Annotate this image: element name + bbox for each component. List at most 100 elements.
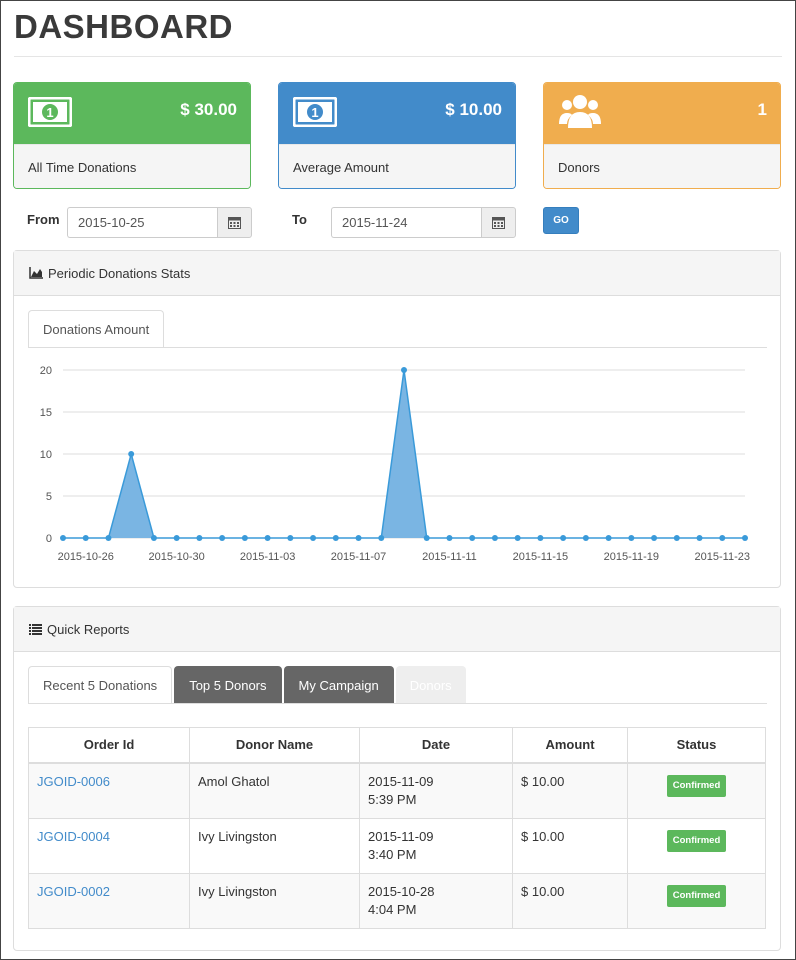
- data-point[interactable]: [378, 535, 385, 541]
- donations-table: Order Id Donor Name Date Amount Status J…: [28, 727, 766, 929]
- data-point[interactable]: [719, 535, 726, 541]
- data-point[interactable]: [105, 535, 112, 541]
- list-icon: [29, 623, 42, 635]
- reports-panel-title: Quick Reports: [47, 621, 130, 637]
- donor-name: Ivy Livingston: [189, 817, 360, 874]
- table-row: JGOID-0002 Ivy Livingston 2015-10-28 4:04…: [28, 872, 766, 929]
- status-badge: Confirmed: [666, 774, 727, 797]
- order-id-link[interactable]: JGOID-0002: [37, 884, 110, 899]
- tab-divider: [28, 703, 767, 704]
- column-header[interactable]: Status: [627, 727, 766, 764]
- card-value: $ 10.00: [445, 100, 502, 119]
- donor-name: Ivy Livingston: [189, 872, 360, 929]
- reports-tabs: Recent 5 Donations Top 5 Donors My Campa…: [28, 666, 468, 704]
- tab-top-donors[interactable]: Top 5 Donors: [174, 666, 282, 704]
- order-id-link[interactable]: JGOID-0004: [37, 829, 110, 844]
- from-label: From: [27, 212, 60, 227]
- y-tick-label: 5: [46, 491, 52, 503]
- svg-text:1: 1: [311, 105, 318, 120]
- data-point[interactable]: [401, 367, 407, 373]
- y-tick-label: 10: [40, 449, 52, 461]
- to-date-group: [331, 207, 516, 238]
- tab-my-campaign[interactable]: My Campaign: [283, 666, 394, 704]
- y-tick-label: 15: [40, 407, 52, 419]
- donation-amount: $ 10.00: [512, 872, 628, 929]
- data-point[interactable]: [537, 535, 544, 541]
- page-title: DASHBOARD: [14, 8, 233, 45]
- data-point[interactable]: [82, 535, 89, 541]
- calendar-icon[interactable]: [217, 207, 252, 238]
- data-point[interactable]: [310, 535, 317, 541]
- order-id-link[interactable]: JGOID-0006: [37, 774, 110, 789]
- column-header[interactable]: Order Id: [28, 727, 190, 764]
- table-row: JGOID-0006 Amol Ghatol 2015-11-09 5:39 PM…: [28, 762, 766, 819]
- donation-time: 5:39 PM: [368, 791, 417, 807]
- data-point[interactable]: [560, 535, 567, 541]
- stats-panel: Periodic Donations Stats Donations Amoun…: [13, 250, 781, 588]
- data-point[interactable]: [150, 535, 157, 541]
- data-point[interactable]: [60, 535, 66, 541]
- data-point[interactable]: [491, 535, 498, 541]
- data-point[interactable]: [673, 535, 680, 541]
- reports-panel-header: Quick Reports: [14, 607, 780, 652]
- donation-amount: $ 10.00: [512, 817, 628, 874]
- calendar-icon[interactable]: [481, 207, 516, 238]
- tab-donors[interactable]: Donors: [395, 666, 466, 704]
- data-point[interactable]: [605, 535, 612, 541]
- data-point[interactable]: [582, 535, 589, 541]
- data-point[interactable]: [287, 535, 294, 541]
- donor-name: Amol Ghatol: [189, 762, 360, 819]
- column-header[interactable]: Amount: [512, 727, 628, 764]
- donations-chart: 0 5 10 15 20 2015-10-26 2015-10-30 2015-11-03 20…: [40, 365, 750, 563]
- card-label: Average Amount: [279, 144, 515, 188]
- data-point[interactable]: [173, 535, 180, 541]
- y-tick-label: 20: [40, 365, 52, 377]
- data-point[interactable]: [355, 535, 362, 541]
- card-label: Donors: [544, 144, 780, 188]
- svg-text:1: 1: [46, 105, 53, 120]
- status-badge: Confirmed: [666, 884, 727, 907]
- x-tick-label: 2015-11-07: [331, 551, 386, 563]
- table-row: JGOID-0004 Ivy Livingston 2015-11-09 3:40…: [28, 817, 766, 874]
- card-value: 1: [757, 100, 767, 119]
- column-header[interactable]: Donor Name: [189, 727, 360, 764]
- donation-date: 2015-11-09: [368, 828, 434, 844]
- table-header-row: Order Id Donor Name Date Amount Status: [28, 727, 766, 764]
- from-date-group: [67, 207, 252, 238]
- data-point[interactable]: [332, 535, 339, 541]
- column-header[interactable]: Date: [359, 727, 513, 764]
- average-amount-card: 1 $ 10.00 Average Amount: [278, 82, 516, 189]
- users-icon: [558, 92, 602, 135]
- data-point[interactable]: [219, 535, 226, 541]
- data-point[interactable]: [628, 535, 635, 541]
- from-date-input[interactable]: [67, 207, 217, 238]
- data-point[interactable]: [469, 535, 476, 541]
- card-value: $ 30.00: [180, 100, 237, 119]
- tab-recent-donations[interactable]: Recent 5 Donations: [28, 666, 173, 704]
- data-point[interactable]: [742, 535, 748, 541]
- data-point[interactable]: [241, 535, 248, 541]
- data-point[interactable]: [196, 535, 203, 541]
- data-point[interactable]: [696, 535, 703, 541]
- data-point[interactable]: [128, 451, 135, 457]
- x-tick-label: 2015-11-15: [513, 551, 568, 563]
- go-button[interactable]: GO: [543, 207, 579, 234]
- x-tick-label: 2015-11-19: [604, 551, 659, 563]
- donation-date: 2015-10-28: [368, 883, 435, 899]
- y-tick-label: 0: [46, 533, 52, 545]
- x-tick-label: 2015-10-30: [149, 551, 205, 563]
- money-icon: 1: [292, 96, 338, 130]
- x-tick-label: 2015-11-03: [240, 551, 295, 563]
- card-label: All Time Donations: [14, 144, 250, 188]
- x-tick-label: 2015-11-23: [695, 551, 750, 563]
- data-point[interactable]: [514, 535, 521, 541]
- status-badge: Confirmed: [666, 829, 727, 852]
- x-tick-label: 2015-10-26: [58, 551, 114, 563]
- data-point[interactable]: [651, 535, 658, 541]
- data-point[interactable]: [423, 535, 430, 541]
- to-date-input[interactable]: [331, 207, 481, 238]
- donation-time: 3:40 PM: [368, 846, 417, 862]
- money-icon: 1: [27, 96, 73, 130]
- data-point[interactable]: [446, 535, 453, 541]
- data-point[interactable]: [264, 535, 271, 541]
